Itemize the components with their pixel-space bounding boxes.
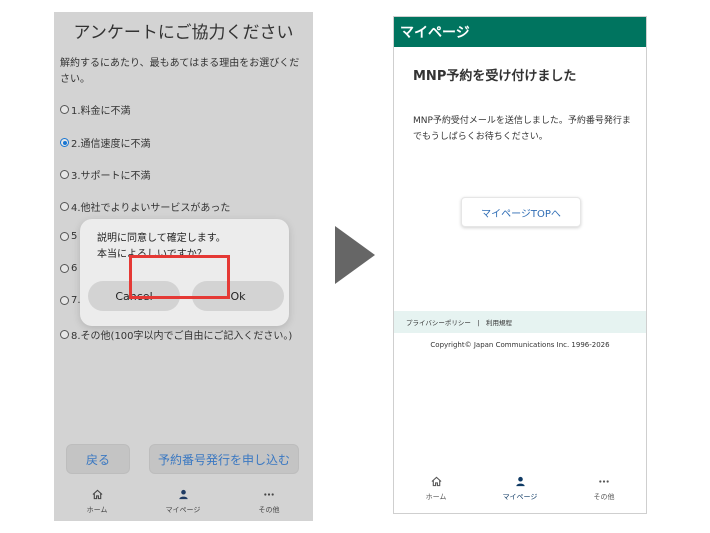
survey-title: アンケートにご協力ください bbox=[73, 23, 294, 43]
nav-home[interactable]: ホーム bbox=[394, 469, 478, 508]
nav-mypage[interactable]: マイページ bbox=[478, 469, 562, 508]
option-label: 2.通信速度に不満 bbox=[71, 139, 151, 150]
bottom-nav: ホーム マイページ その他 bbox=[394, 469, 646, 509]
page-title: MNP予約を受け付けました bbox=[413, 69, 577, 84]
nav-label: その他 bbox=[593, 492, 615, 501]
nav-label: ホーム bbox=[425, 492, 447, 501]
radio-button[interactable] bbox=[60, 105, 69, 114]
radio-button[interactable] bbox=[60, 170, 69, 179]
footer-links[interactable]: プライバシーポリシー | 利用規程 bbox=[394, 311, 646, 333]
survey-option[interactable]: 8.その他(100字以内でご自由にご記入ください。) bbox=[60, 327, 292, 342]
radio-button[interactable] bbox=[60, 296, 69, 305]
ok-button-highlight bbox=[129, 255, 230, 299]
nav-mypage[interactable]: マイページ bbox=[140, 482, 226, 521]
survey-option[interactable]: 2.通信速度に不満 bbox=[60, 135, 151, 150]
copyright: Copyright© Japan Communications Inc. 199… bbox=[430, 341, 610, 349]
survey-option[interactable]: 7. bbox=[60, 295, 81, 306]
nav-home[interactable]: ホーム bbox=[54, 482, 140, 521]
radio-button[interactable] bbox=[60, 330, 69, 339]
radio-button[interactable] bbox=[60, 264, 69, 273]
nav-more[interactable]: その他 bbox=[226, 482, 312, 521]
nav-label: マイページ bbox=[502, 492, 538, 501]
mypage-screen: マイページ MNP予約を受け付けました MNP予約受付メールを送信しました。予約… bbox=[393, 16, 647, 514]
person-icon bbox=[515, 476, 526, 490]
radio-button[interactable] bbox=[60, 202, 69, 211]
page-header: マイページ bbox=[394, 17, 646, 47]
bottom-nav: ホーム マイページ その他 bbox=[54, 482, 313, 521]
mypage-top-button[interactable]: マイページTOPへ bbox=[461, 197, 581, 227]
survey-option[interactable]: 1.料金に不満 bbox=[60, 102, 131, 117]
option-label: 3.サポートに不満 bbox=[71, 171, 151, 182]
survey-description: 解約するにあたり、最もあてはまる理由をお選びください。 bbox=[60, 58, 300, 85]
option-label: 8.その他(100字以内でご自由にご記入ください。) bbox=[71, 331, 293, 342]
nav-label: その他 bbox=[258, 505, 280, 514]
radio-button[interactable] bbox=[60, 232, 69, 241]
more-icon bbox=[263, 489, 275, 503]
arrow-right-icon bbox=[335, 226, 375, 284]
option-label: 1.料金に不満 bbox=[71, 106, 131, 117]
home-icon bbox=[431, 476, 442, 490]
back-button[interactable]: 戻る bbox=[66, 444, 130, 474]
home-icon bbox=[92, 489, 103, 503]
more-icon bbox=[598, 476, 610, 490]
nav-label: ホーム bbox=[86, 505, 108, 514]
nav-label: マイページ bbox=[165, 505, 201, 514]
radio-button-selected[interactable] bbox=[60, 138, 69, 147]
option-label: 4.他社でよりよいサービスがあった bbox=[71, 203, 231, 214]
survey-option[interactable]: 5 bbox=[60, 231, 77, 242]
person-icon bbox=[178, 489, 189, 503]
confirmation-message: MNP予約受付メールを送信しました。予約番号発行までもうしばらくお待ちください。 bbox=[413, 116, 631, 142]
option-label: 6 bbox=[71, 263, 78, 274]
dialog-line-1: 説明に同意して確定します。 bbox=[97, 233, 226, 244]
survey-option[interactable]: 3.サポートに不満 bbox=[60, 167, 151, 182]
nav-more[interactable]: その他 bbox=[562, 469, 646, 508]
option-label: 5 bbox=[71, 231, 78, 242]
survey-option[interactable]: 6 bbox=[60, 263, 77, 274]
apply-reservation-button[interactable]: 予約番号発行を申し込む bbox=[149, 444, 299, 474]
survey-option[interactable]: 4.他社でよりよいサービスがあった bbox=[60, 199, 230, 214]
